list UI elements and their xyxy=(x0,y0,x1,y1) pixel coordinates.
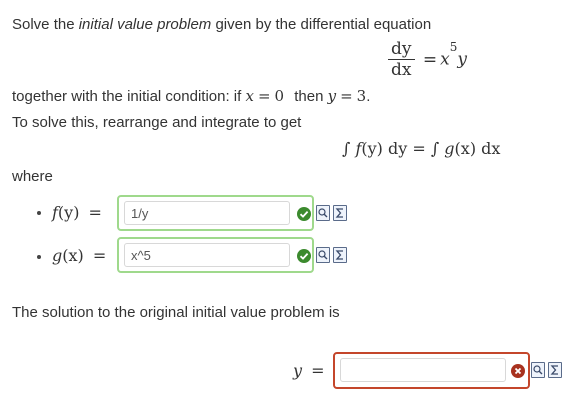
integral-g-arg: (x) xyxy=(454,139,477,158)
condition-text: together with the initial condition: if xyxy=(12,88,246,105)
integral-equation: ∫ f(y) dy = ∫ g(x) dx xyxy=(342,139,500,158)
answer-box-f xyxy=(117,195,314,231)
condition-period: . xyxy=(366,88,371,105)
where-label: where xyxy=(12,168,53,185)
equation-editor-icon[interactable] xyxy=(548,362,562,378)
equation-exponent: 5 xyxy=(449,40,458,55)
condition-equals-2: = xyxy=(340,87,353,105)
equation-editor-icon[interactable] xyxy=(333,247,347,263)
final-answer-label: y = xyxy=(293,361,325,380)
solution-prompt: The solution to the original initial val… xyxy=(12,304,340,321)
answer-input-final[interactable] xyxy=(340,358,506,382)
derivative-numerator: dy xyxy=(388,40,415,60)
condition-y: y xyxy=(327,87,337,105)
condition-x-value: 0 xyxy=(274,87,285,105)
integral-f-arg: (y) xyxy=(361,139,383,158)
differential-equation: dy dx = x5y xyxy=(388,40,467,79)
integral-g: g xyxy=(444,139,455,158)
answer-input-g[interactable] xyxy=(124,243,290,267)
preview-icon[interactable] xyxy=(316,247,330,263)
intro-emphasis: initial value problem xyxy=(78,16,212,33)
equation-x: x xyxy=(440,49,450,70)
final-label-y: y xyxy=(293,361,303,380)
equation-editor-icon[interactable] xyxy=(333,205,347,221)
label-f-equals: = xyxy=(88,203,102,222)
condition-then: then xyxy=(294,88,328,105)
equation-y: y xyxy=(457,49,467,70)
list-bullet xyxy=(37,255,41,259)
rearrange-instruction: To solve this, rearrange and integrate t… xyxy=(12,114,302,131)
condition-y-value: 3 xyxy=(356,87,367,105)
final-label-equals: = xyxy=(311,361,325,380)
derivative-denominator: dx xyxy=(391,60,412,80)
label-g-arg: (x) xyxy=(62,246,84,265)
label-f-arg: (y) xyxy=(57,203,80,222)
check-icon xyxy=(297,249,311,263)
preview-icon[interactable] xyxy=(316,205,330,221)
check-icon xyxy=(297,207,311,221)
integral-dy: dy xyxy=(387,139,408,158)
condition-x: x xyxy=(245,87,254,105)
derivative-fraction: dy dx xyxy=(388,40,415,79)
answer-label-g: g(x) = xyxy=(52,246,106,265)
integral-sign-right: ∫ xyxy=(430,139,440,158)
integral-sign-left: ∫ xyxy=(342,139,351,158)
answer-box-final xyxy=(333,352,530,389)
problem-intro: Solve the initial value problem given by… xyxy=(12,16,431,33)
equation-equals: = xyxy=(422,49,438,70)
intro-text-2: given by the differential equation xyxy=(211,16,432,33)
integral-dx: dx xyxy=(481,139,501,158)
condition-equals-1: = xyxy=(257,87,271,105)
answer-input-f[interactable] xyxy=(124,201,290,225)
list-bullet xyxy=(37,211,41,215)
initial-condition: together with the initial condition: if … xyxy=(12,87,370,105)
answer-label-f: f(y) = xyxy=(52,203,102,222)
intro-text: Solve the xyxy=(12,16,79,33)
label-g: g xyxy=(52,246,63,265)
preview-icon[interactable] xyxy=(531,362,545,378)
error-icon xyxy=(511,364,525,378)
label-g-equals: = xyxy=(92,246,107,265)
integral-equals: = xyxy=(412,139,426,158)
answer-box-g xyxy=(117,237,314,273)
